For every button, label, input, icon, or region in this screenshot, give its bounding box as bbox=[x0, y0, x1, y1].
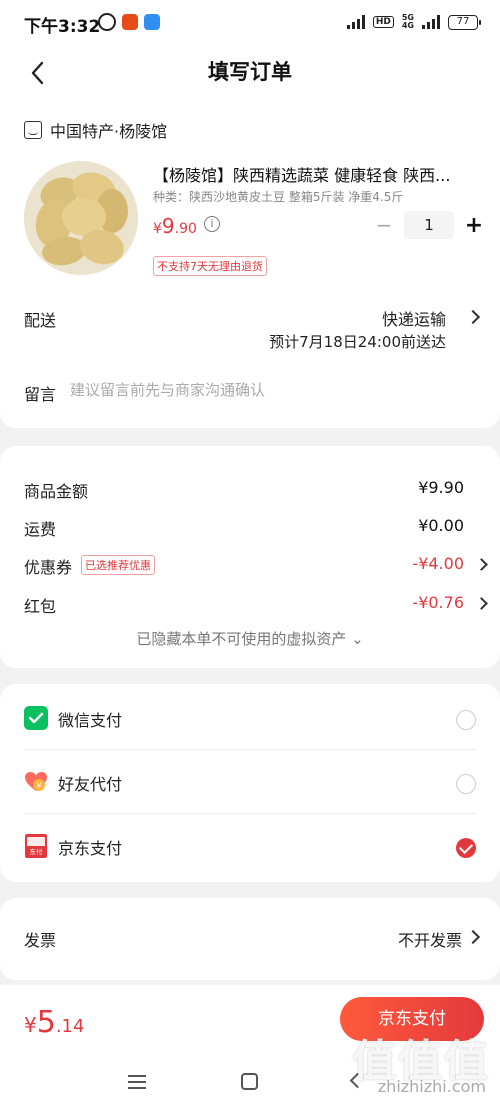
no-return-tag: 不支持7天无理由退货 bbox=[153, 256, 267, 276]
message-label: 留言 bbox=[24, 385, 57, 404]
quantity-stepper: − 1 + bbox=[372, 211, 486, 239]
invoice-card[interactable]: 发票 不开发票 bbox=[0, 898, 500, 980]
home-icon[interactable] bbox=[241, 1073, 258, 1090]
message-input[interactable] bbox=[70, 379, 470, 401]
watermark-url: zhizhizhi.com bbox=[377, 1077, 486, 1096]
coupon-tag: 已选推荐优惠 bbox=[81, 555, 155, 575]
alarm-icon bbox=[98, 13, 116, 31]
invoice-label: 发票 bbox=[24, 931, 57, 950]
wechat-pay-radio[interactable] bbox=[456, 710, 476, 730]
signal-icon bbox=[346, 15, 365, 29]
network-type: 5G 4G bbox=[401, 13, 414, 30]
friend-pay-radio[interactable] bbox=[456, 774, 476, 794]
shipping-fee-value: ¥0.00 bbox=[418, 516, 464, 535]
status-notification-icons bbox=[98, 13, 160, 31]
message-notification-icon bbox=[144, 14, 160, 30]
app-notification-icon bbox=[122, 14, 138, 30]
invoice-chevron-right-icon bbox=[465, 929, 481, 945]
price-info-icon[interactable]: i bbox=[204, 216, 220, 232]
coupon-row[interactable]: 优惠券 已选推荐优惠 -¥4.00 bbox=[24, 554, 488, 577]
nav-bar: 填写订单 bbox=[0, 46, 500, 98]
order-item-card: 中国特产·杨陵馆 【杨陵馆】陕西精选蔬菜 健康轻食 陕西... 种类：陕西沙地黄… bbox=[0, 98, 500, 428]
delivery-method[interactable]: 快递运输 bbox=[382, 306, 446, 330]
product-image[interactable] bbox=[24, 161, 138, 275]
shipping-fee-row: 运费 ¥0.00 bbox=[24, 516, 464, 539]
payment-option-wechat[interactable]: 微信支付 bbox=[24, 686, 476, 750]
goods-amount-row: 商品金额 ¥9.90 bbox=[24, 478, 464, 501]
jd-pay-radio-checked[interactable] bbox=[456, 838, 476, 858]
signal-icon-2 bbox=[422, 15, 440, 29]
page-title: 填写订单 bbox=[208, 60, 292, 84]
payment-option-friend[interactable]: ¥ 好友代付 bbox=[24, 750, 476, 814]
product-price: ¥9.90 bbox=[153, 214, 197, 238]
status-system-icons: HD 5G 4G 77 bbox=[346, 13, 481, 30]
total-price: ¥5.14 bbox=[24, 1005, 85, 1040]
coupon-chevron-right-icon bbox=[475, 558, 488, 571]
product-spec[interactable]: 种类：陕西沙地黄皮土豆 整箱5斤装 净重4.5斤 bbox=[153, 188, 403, 205]
checkout-bar: ¥5.14 京东支付 值值值 zhizhizhi.com bbox=[0, 985, 500, 1111]
jd-pay-icon: 东付 bbox=[25, 834, 47, 858]
battery-icon: 77 bbox=[448, 14, 481, 30]
potato-image bbox=[24, 161, 138, 275]
svg-text:东付: 东付 bbox=[30, 847, 44, 856]
status-time: 下午3:32 bbox=[24, 17, 101, 37]
shop-icon bbox=[24, 121, 42, 139]
payment-method-card: 微信支付 ¥ 好友代付 东付 京东支付 bbox=[0, 684, 500, 882]
svg-text:¥: ¥ bbox=[36, 782, 41, 791]
invoice-value: 不开发票 bbox=[397, 931, 462, 950]
friend-pay-icon: ¥ bbox=[25, 772, 47, 791]
delivery-eta: 预计7月18日24:00前送达 bbox=[269, 333, 446, 351]
payment-option-jd[interactable]: 东付 京东支付 bbox=[24, 814, 476, 878]
shop-header[interactable]: 中国特产·杨陵馆 bbox=[24, 118, 167, 142]
red-packet-chevron-right-icon bbox=[475, 597, 488, 610]
decrease-quantity-button[interactable]: − bbox=[372, 213, 396, 237]
coupon-value: -¥4.00 bbox=[412, 554, 464, 573]
delivery-chevron-right-icon[interactable] bbox=[465, 309, 481, 325]
hidden-assets-toggle[interactable]: 已隐藏本单不可使用的虚拟资产 ⌄ bbox=[0, 628, 500, 649]
price-summary-card: 商品金额 ¥9.90 运费 ¥0.00 优惠券 已选推荐优惠 -¥4.00 红包… bbox=[0, 446, 500, 668]
status-bar: 下午3:32 HD 5G 4G 77 bbox=[0, 0, 500, 46]
quantity-value[interactable]: 1 bbox=[404, 211, 454, 239]
wechat-pay-icon bbox=[24, 706, 48, 730]
recent-apps-icon[interactable] bbox=[128, 1075, 146, 1089]
hd-badge: HD bbox=[372, 16, 394, 28]
shop-name: 中国特产·杨陵馆 bbox=[50, 122, 168, 141]
delivery-label: 配送 bbox=[24, 311, 57, 330]
red-packet-row[interactable]: 红包 -¥0.76 bbox=[24, 593, 488, 616]
increase-quantity-button[interactable]: + bbox=[462, 213, 486, 238]
product-title[interactable]: 【杨陵馆】陕西精选蔬菜 健康轻食 陕西... bbox=[153, 162, 473, 186]
red-packet-value: -¥0.76 bbox=[412, 593, 464, 612]
goods-amount-value: ¥9.90 bbox=[418, 478, 464, 497]
